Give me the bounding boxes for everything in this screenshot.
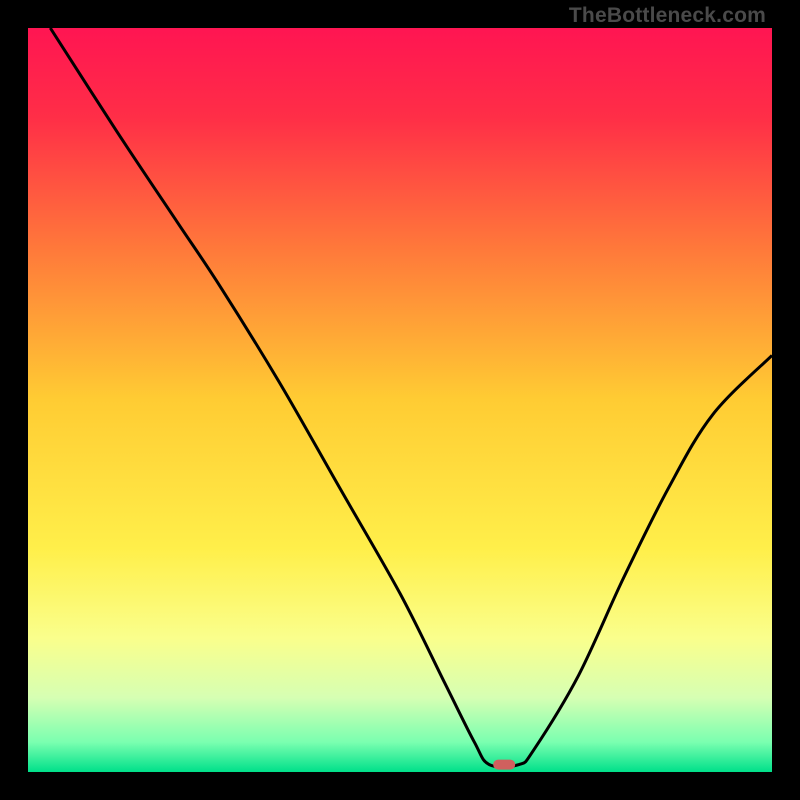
optimal-marker [493,760,515,770]
watermark-text: TheBottleneck.com [569,4,766,28]
chart-background [28,28,772,772]
bottleneck-chart [28,28,772,772]
chart-frame [28,28,772,772]
